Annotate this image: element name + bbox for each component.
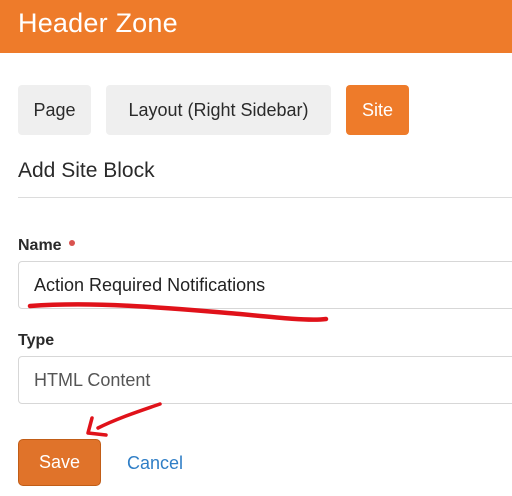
save-button[interactable]: Save [18,439,101,486]
tab-site[interactable]: Site [346,85,409,135]
name-label: Name [18,237,62,254]
tab-layout-right-sidebar[interactable]: Layout (Right Sidebar) [106,85,331,135]
annotation-overlay [27,302,329,437]
required-indicator-icon [69,240,75,246]
tab-page[interactable]: Page [18,85,91,135]
header-title: Header Zone [18,8,178,38]
section-title: Add Site Block [18,159,155,182]
name-input-value: Action Required Notifications [34,275,266,295]
arrow-annotation-icon [96,402,162,430]
divider [18,197,512,198]
header-bar: Header Zone [0,0,512,53]
type-select[interactable]: HTML Content [18,356,512,404]
type-label: Type [18,332,55,349]
arrowhead-annotation-icon [86,416,108,437]
cancel-link[interactable]: Cancel [127,451,183,475]
name-input[interactable]: Action Required Notifications [18,261,512,309]
type-select-value: HTML Content [34,370,151,390]
